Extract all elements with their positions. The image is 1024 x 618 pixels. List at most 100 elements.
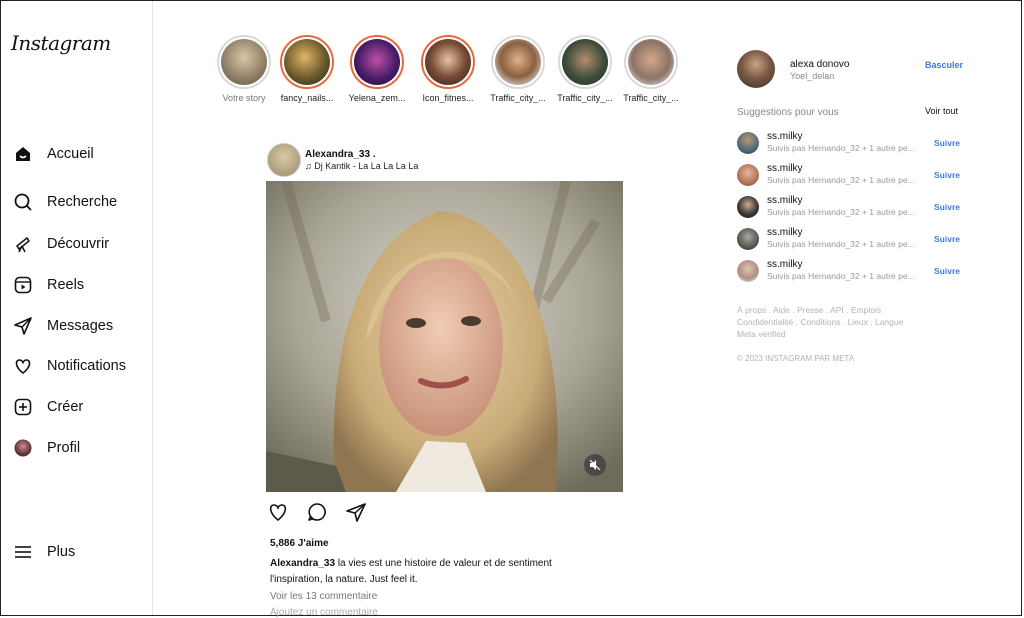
footer-line[interactable]: Condidentialité . Conditions . Lieux . L…: [737, 316, 937, 328]
suggestion-item: ss.milky Suivis pas Hernando_32 + 1 autr…: [737, 194, 963, 222]
story-avatar: [425, 39, 471, 85]
home-icon: [16, 147, 30, 161]
follow-button[interactable]: Suivre: [934, 266, 960, 276]
story-item[interactable]: Icon_fitnes...: [414, 35, 482, 103]
caption-username[interactable]: Alexandra_33: [270, 558, 335, 569]
follow-button[interactable]: Suivre: [934, 234, 960, 244]
story-ring: [491, 35, 545, 89]
story-label: Traffic_city_...: [490, 93, 546, 103]
post-music-title: Dj Kantik - La La La La La: [314, 161, 419, 171]
sidebar-item-label: Messages: [47, 318, 114, 334]
follow-button[interactable]: Suivre: [934, 170, 960, 180]
story-avatar: [628, 39, 674, 85]
sidebar-item-label: Créer: [47, 399, 84, 415]
story-label: Icon_fitnes...: [422, 93, 474, 103]
switch-account-button[interactable]: Basculer: [925, 60, 963, 70]
story-ring: [280, 35, 334, 89]
suggestion-avatar[interactable]: [737, 260, 759, 282]
sidebar-item-profile[interactable]: Profil: [13, 436, 80, 460]
sidebar-item-home[interactable]: Accueil: [13, 142, 94, 166]
sidebar-item-label: Notifications: [47, 358, 126, 374]
add-comment-input[interactable]: Ajoutez un commentaire: [270, 607, 378, 618]
instagram-logo[interactable]: Instagram: [11, 31, 111, 55]
story-ring: [558, 35, 612, 89]
sidebar-item-explore[interactable]: Découvrir: [13, 232, 109, 256]
suggestion-name[interactable]: ss.milky: [767, 131, 803, 142]
suggestion-name[interactable]: ss.milky: [767, 195, 803, 206]
story-item[interactable]: Traffic_city_...: [551, 35, 619, 103]
post-username[interactable]: Alexandra_33 .: [305, 149, 376, 160]
suggestion-avatar[interactable]: [737, 164, 759, 186]
story-item[interactable]: fancy_nails...: [273, 35, 341, 103]
see-all-button[interactable]: Voir tout: [925, 106, 958, 116]
sidebar-item-label: Découvrir: [47, 236, 110, 252]
suggestion-avatar[interactable]: [737, 228, 759, 250]
suggestion-subtext: Suivis pas Hernando_32 + 1 autre pe...: [767, 207, 915, 217]
suggestion-item: ss.milky Suivis pas Hernando_32 + 1 autr…: [737, 162, 963, 190]
suggestion-subtext: Suivis pas Hernando_32 + 1 autre pe...: [767, 239, 915, 249]
story-avatar: [495, 39, 541, 85]
create-icon: [14, 398, 32, 416]
post-photo-illustration: [266, 181, 623, 492]
current-user-name[interactable]: alexa donovo: [790, 59, 850, 70]
sidebar-item-label: Accueil: [47, 146, 94, 162]
footer-line[interactable]: Meta verified: [737, 328, 937, 340]
share-icon[interactable]: [345, 501, 367, 523]
comment-icon[interactable]: [306, 501, 328, 523]
post-caption: Alexandra_33 la vies est une histoire de…: [270, 556, 600, 588]
follow-button[interactable]: Suivre: [934, 202, 960, 212]
story-label: Traffic_city_...: [557, 93, 613, 103]
sidebar-item-reels[interactable]: Reels: [13, 273, 84, 297]
sidebar-item-search[interactable]: Recherche: [13, 190, 117, 214]
current-user-avatar[interactable]: [737, 50, 775, 88]
follow-button[interactable]: Suivre: [934, 138, 960, 148]
sidebar-item-more[interactable]: Plus: [13, 540, 75, 564]
story-item[interactable]: Yelena_zem...: [343, 35, 411, 103]
suggestion-subtext: Suivis pas Hernando_32 + 1 autre pe...: [767, 271, 915, 281]
explore-icon: [15, 236, 31, 253]
story-ring: [350, 35, 404, 89]
suggestion-name[interactable]: ss.milky: [767, 259, 803, 270]
likes-count[interactable]: 5,886 J'aime: [270, 538, 329, 549]
story-label: Yelena_zem...: [348, 93, 406, 103]
like-heart-icon[interactable]: [267, 501, 289, 523]
view-comments-link[interactable]: Voir les 13 commentaire: [270, 591, 377, 602]
sidebar-item-messages[interactable]: Messages: [13, 314, 113, 338]
story-avatar: [562, 39, 608, 85]
story-ring: [421, 35, 475, 89]
story-item[interactable]: Votre story: [210, 35, 278, 103]
sidebar-item-label: Plus: [47, 544, 76, 560]
suggestion-item: ss.milky Suivis pas Hernando_32 + 1 autr…: [737, 226, 963, 254]
sidebar-item-label: Profil: [47, 440, 81, 456]
story-ring: [217, 35, 271, 89]
post-music[interactable]: ♫ Dj Kantik - La La La La La: [305, 161, 418, 171]
footer-line[interactable]: À props . Aide . Presse . API . Emplois: [737, 304, 937, 316]
profile-avatar: [14, 439, 32, 457]
story-item[interactable]: Traffic_city_...: [484, 35, 552, 103]
sidebar-item-label: Reels: [47, 277, 85, 293]
suggestion-name[interactable]: ss.milky: [767, 227, 803, 238]
suggestions-title: Suggestions pour vous: [737, 107, 839, 118]
copyright: © 2023 INSTAGRAM PAR META: [737, 354, 855, 363]
suggestion-item: ss.milky Suivis pas Hernando_32 + 1 autr…: [737, 130, 963, 158]
current-user-handle: Yoel_delan: [790, 71, 835, 81]
sidebar-item-notifications[interactable]: Notifications: [13, 354, 126, 378]
caption-text-line2: l'inspiration, la nature. Just feel it.: [270, 574, 418, 585]
suggestion-avatar[interactable]: [737, 196, 759, 218]
story-item[interactable]: Traffic_city_...: [617, 35, 685, 103]
story-label: fancy_nails...: [280, 93, 334, 103]
sidebar-item-create[interactable]: Créer: [13, 395, 83, 419]
mute-button[interactable]: [584, 454, 606, 476]
story-ring: [624, 35, 678, 89]
heart-icon: [15, 359, 31, 375]
story-avatar: [354, 39, 400, 85]
caption-text-line1: la vies est une histoire de valeur et de…: [337, 558, 552, 569]
suggestion-name[interactable]: ss.milky: [767, 163, 803, 174]
post-image[interactable]: [266, 181, 623, 492]
post-author-avatar[interactable]: [267, 143, 301, 177]
sidebar: Instagram Accueil Recherche Découvrir Re…: [1, 1, 153, 615]
suggestion-avatar[interactable]: [737, 132, 759, 154]
speaker-muted-icon: [589, 459, 601, 471]
suggestion-subtext: Suivis pas Hernando_32 + 1 autre pe...: [767, 175, 915, 185]
suggestion-subtext: Suivis pas Hernando_32 + 1 autre pe...: [767, 143, 915, 153]
